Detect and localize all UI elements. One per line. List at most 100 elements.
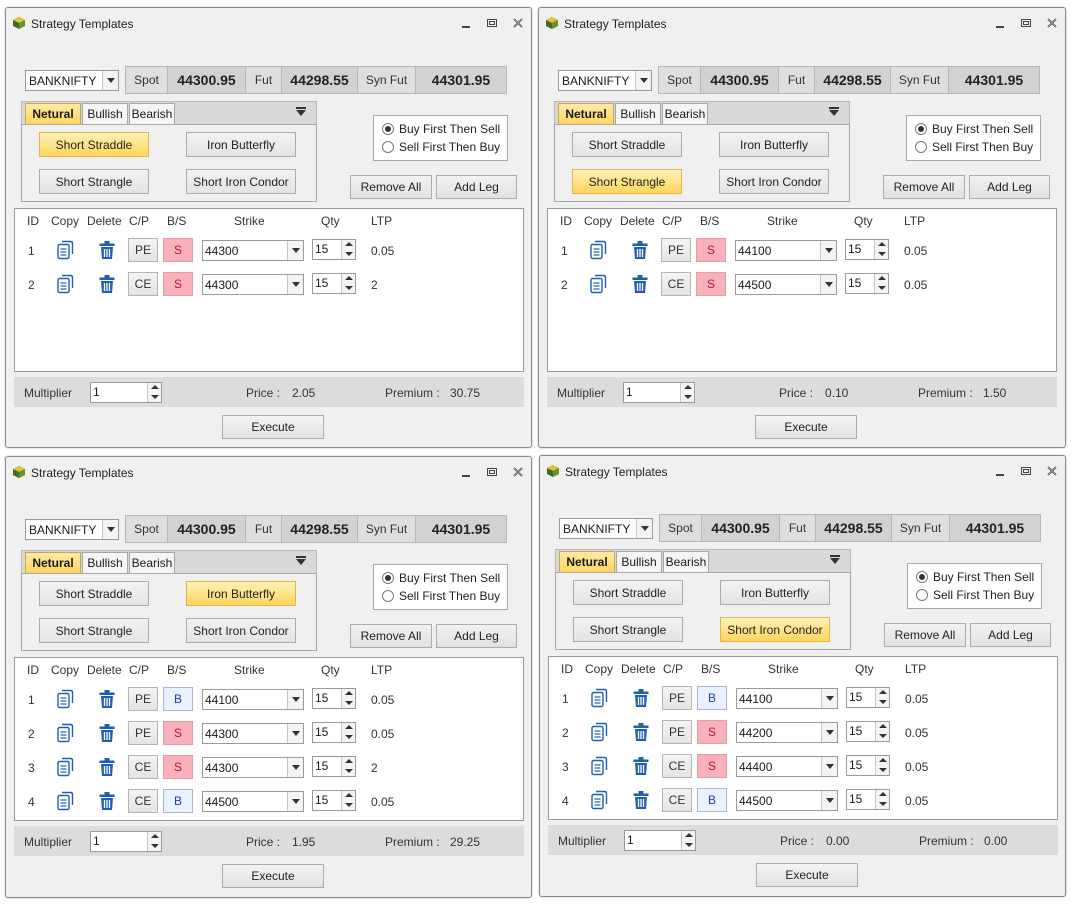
short-iron-condor-button[interactable]: Short Iron Condor: [186, 618, 296, 643]
chevron-down-icon[interactable]: [287, 792, 303, 811]
chevron-down-icon[interactable]: [287, 758, 303, 777]
strike-select[interactable]: 44500: [202, 791, 304, 812]
buy-sell-toggle[interactable]: S: [696, 272, 726, 296]
close-icon[interactable]: [511, 16, 525, 30]
short-strangle-button[interactable]: Short Strangle: [39, 618, 149, 643]
iron-butterfly-button[interactable]: Iron Butterfly: [719, 132, 829, 157]
trash-icon[interactable]: [632, 688, 650, 708]
execute-button[interactable]: Execute: [755, 415, 857, 439]
chevron-down-icon[interactable]: [821, 723, 837, 742]
trash-icon[interactable]: [632, 756, 650, 776]
chevron-down-icon[interactable]: [635, 71, 651, 90]
call-put-toggle[interactable]: CE: [661, 272, 691, 296]
buy-sell-toggle[interactable]: B: [697, 788, 727, 812]
call-put-toggle[interactable]: PE: [128, 687, 158, 711]
tab-bullish[interactable]: Bullish: [615, 103, 661, 125]
qty-stepper[interactable]: 15: [312, 756, 356, 777]
qty-stepper[interactable]: 15: [312, 688, 356, 709]
tab-bearish[interactable]: Bearish: [662, 103, 708, 125]
strike-select[interactable]: 44100: [736, 688, 838, 709]
chevron-down-icon[interactable]: [821, 757, 837, 776]
short-straddle-button[interactable]: Short Straddle: [572, 132, 682, 157]
close-icon[interactable]: [1045, 16, 1059, 30]
multiplier-stepper[interactable]: 1: [624, 830, 696, 851]
qty-stepper[interactable]: 15: [845, 239, 889, 260]
maximize-icon[interactable]: [485, 16, 499, 30]
short-iron-condor-button[interactable]: Short Iron Condor: [719, 169, 829, 194]
spin-arrows-icon[interactable]: [874, 274, 888, 293]
copy-icon[interactable]: [590, 790, 608, 810]
qty-stepper[interactable]: 15: [312, 273, 356, 294]
short-strangle-button[interactable]: Short Strangle: [39, 169, 149, 194]
strike-select[interactable]: 44300: [202, 757, 304, 778]
trash-icon[interactable]: [98, 689, 116, 709]
qty-stepper[interactable]: 15: [846, 789, 890, 810]
copy-icon[interactable]: [56, 757, 74, 777]
tab-netural[interactable]: Netural: [25, 552, 81, 574]
chevron-down-icon[interactable]: [820, 275, 836, 294]
spin-arrows-icon[interactable]: [874, 240, 888, 259]
spin-arrows-icon[interactable]: [341, 689, 355, 708]
chevron-down-icon[interactable]: [821, 791, 837, 810]
tab-bearish[interactable]: Bearish: [129, 552, 175, 574]
strike-select[interactable]: 44400: [736, 756, 838, 777]
minimize-icon[interactable]: [993, 16, 1007, 30]
spin-arrows-icon[interactable]: [681, 831, 695, 850]
buy-sell-toggle[interactable]: S: [697, 754, 727, 778]
short-straddle-button[interactable]: Short Straddle: [39, 132, 149, 157]
spin-arrows-icon[interactable]: [147, 383, 161, 402]
symbol-select[interactable]: BANKNIFTY: [25, 519, 119, 540]
buy-sell-toggle[interactable]: S: [696, 238, 726, 262]
strike-select[interactable]: 44200: [736, 722, 838, 743]
strike-select[interactable]: 44300: [202, 723, 304, 744]
buy-sell-toggle[interactable]: B: [163, 687, 193, 711]
trash-icon[interactable]: [632, 790, 650, 810]
multiplier-stepper[interactable]: 1: [90, 831, 162, 852]
multiplier-stepper[interactable]: 1: [623, 382, 695, 403]
tab-netural[interactable]: Netural: [559, 551, 615, 573]
call-put-toggle[interactable]: CE: [128, 272, 158, 296]
maximize-icon[interactable]: [485, 465, 499, 479]
tab-overflow-icon[interactable]: [829, 107, 839, 116]
qty-stepper[interactable]: 15: [846, 755, 890, 776]
close-icon[interactable]: [1045, 464, 1059, 478]
short-straddle-button[interactable]: Short Straddle: [573, 580, 683, 605]
copy-icon[interactable]: [589, 240, 607, 260]
tab-overflow-icon[interactable]: [296, 556, 306, 565]
copy-icon[interactable]: [590, 756, 608, 776]
spin-arrows-icon[interactable]: [147, 832, 161, 851]
chevron-down-icon[interactable]: [820, 241, 836, 260]
trash-icon[interactable]: [98, 723, 116, 743]
radio-indicator[interactable]: [382, 141, 394, 153]
close-icon[interactable]: [511, 465, 525, 479]
radio-indicator[interactable]: [382, 590, 394, 602]
call-put-toggle[interactable]: PE: [662, 686, 692, 710]
maximize-icon[interactable]: [1019, 16, 1033, 30]
trash-icon[interactable]: [98, 240, 116, 260]
trash-icon[interactable]: [632, 722, 650, 742]
chevron-down-icon[interactable]: [287, 241, 303, 260]
spin-arrows-icon[interactable]: [341, 240, 355, 259]
strike-select[interactable]: 44300: [202, 274, 304, 295]
spin-arrows-icon[interactable]: [875, 756, 889, 775]
execute-button[interactable]: Execute: [222, 415, 324, 439]
chevron-down-icon[interactable]: [102, 520, 118, 539]
spin-arrows-icon[interactable]: [341, 723, 355, 742]
remove-all-button[interactable]: Remove All: [350, 624, 432, 648]
add-leg-button[interactable]: Add Leg: [436, 624, 517, 648]
buy-sell-toggle[interactable]: S: [163, 272, 193, 296]
remove-all-button[interactable]: Remove All: [883, 175, 965, 199]
buy-sell-toggle[interactable]: S: [163, 238, 193, 262]
qty-stepper[interactable]: 15: [845, 273, 889, 294]
minimize-icon[interactable]: [993, 464, 1007, 478]
add-leg-button[interactable]: Add Leg: [436, 175, 517, 199]
call-put-toggle[interactable]: PE: [128, 238, 158, 262]
copy-icon[interactable]: [589, 274, 607, 294]
spin-arrows-icon[interactable]: [680, 383, 694, 402]
trash-icon[interactable]: [631, 240, 649, 260]
strike-select[interactable]: 44500: [736, 790, 838, 811]
iron-butterfly-button[interactable]: Iron Butterfly: [186, 581, 296, 606]
buy-sell-toggle[interactable]: B: [697, 686, 727, 710]
qty-stepper[interactable]: 15: [312, 722, 356, 743]
tab-overflow-icon[interactable]: [830, 555, 840, 564]
